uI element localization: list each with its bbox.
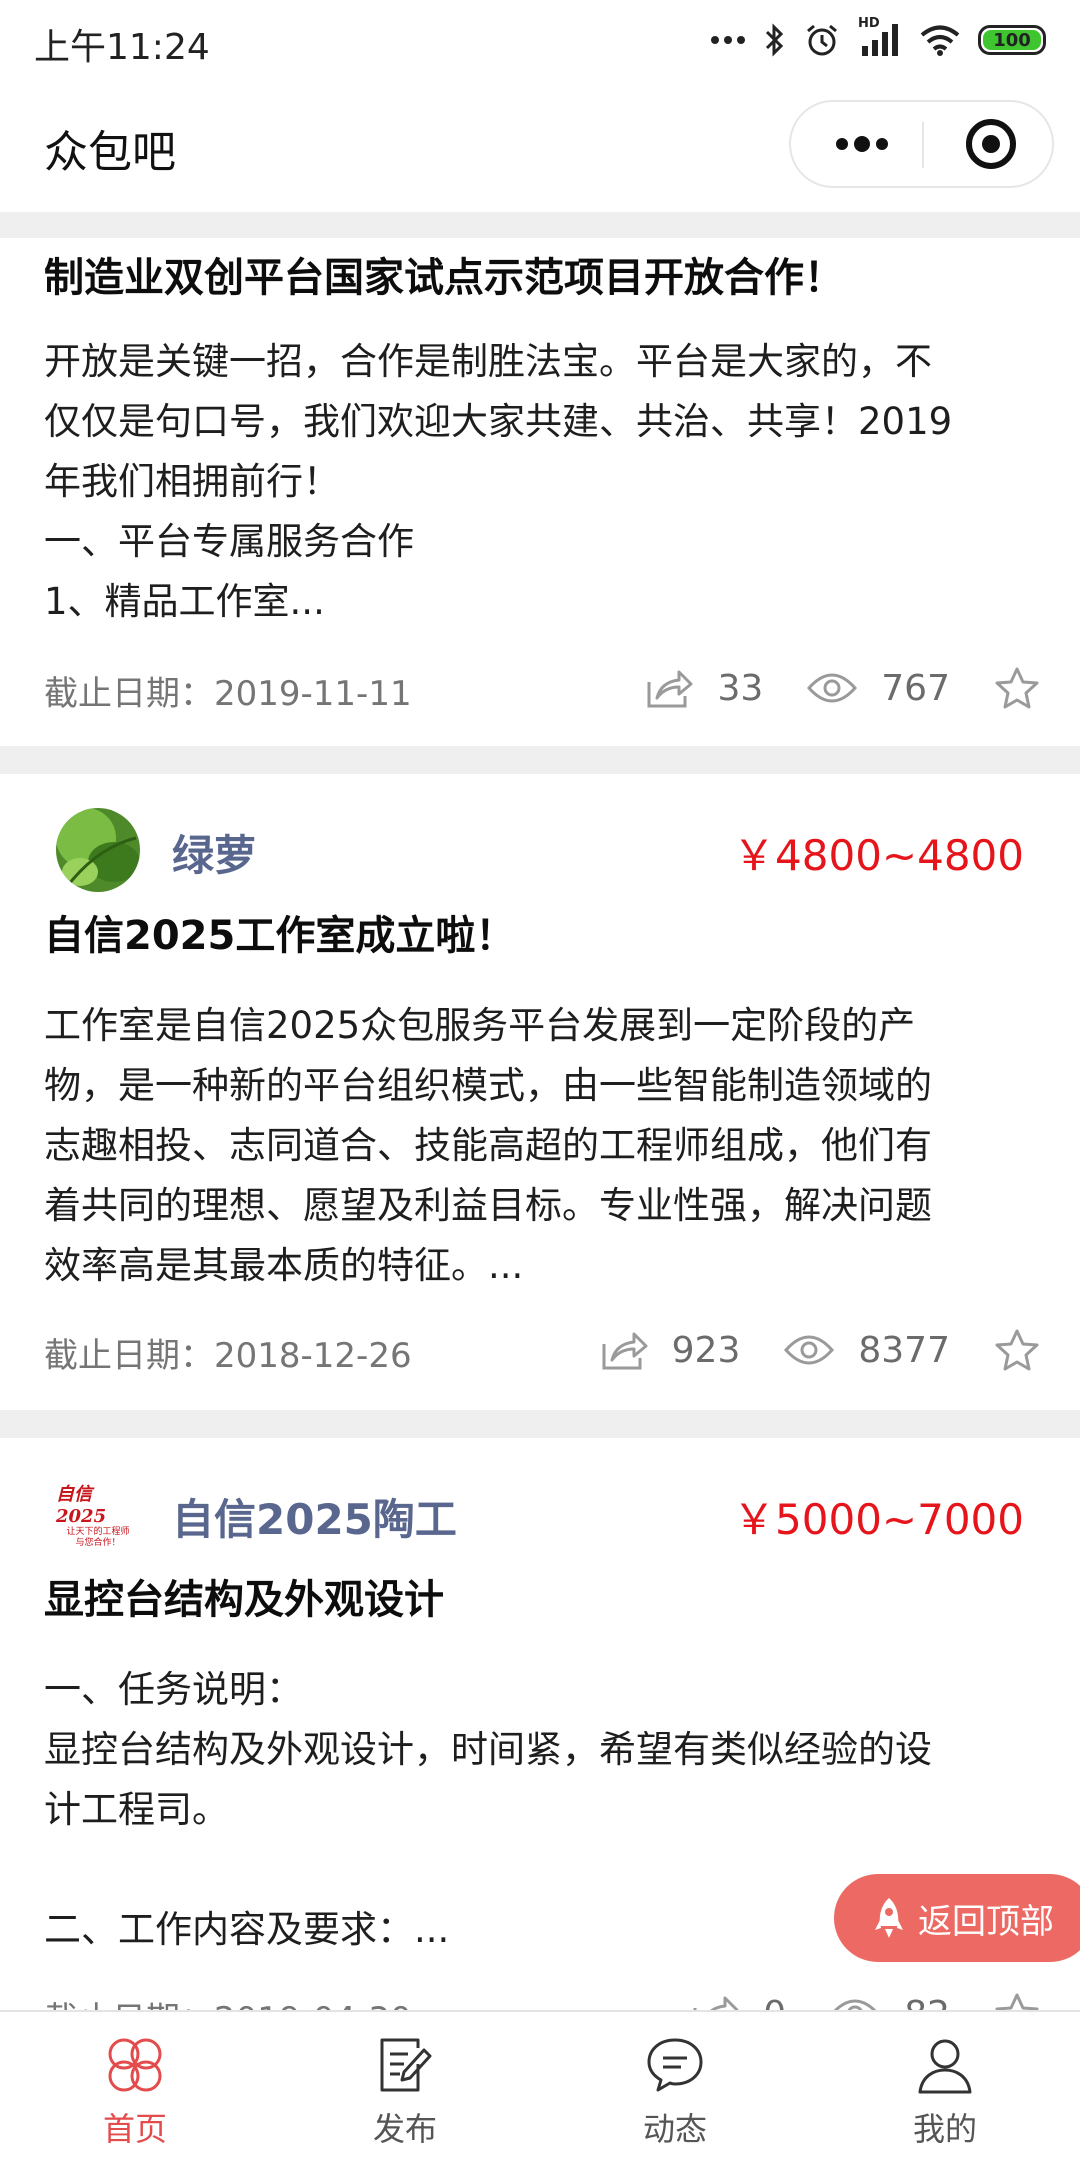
avatar[interactable]: 自信2025 让天下的工程师 与您合作！ — [56, 1472, 140, 1556]
battery-icon: 100 — [978, 25, 1046, 55]
back-to-top-button[interactable]: 返回顶部 — [834, 1874, 1080, 1962]
post-deadline: 截止日期：2018-12-26 — [44, 1336, 412, 1376]
status-bar: 上午11:24 HD 100 — [0, 0, 1080, 80]
status-icons: HD 100 — [710, 16, 1046, 64]
bottom-tab-bar: 首页 发布 动态 我的 — [0, 2010, 1080, 2160]
post-deadline: 截止日期：2019-11-11 — [44, 674, 412, 714]
price-range: ￥5000~7000 — [733, 1495, 1024, 1544]
post-body: 开放是关键一招，合作是制胜法宝。平台是大家的，不 仅仅是句口号，我们欢迎大家共建… — [44, 340, 953, 623]
author-name[interactable]: 绿萝 — [172, 822, 256, 883]
share-count: 923 — [671, 1329, 741, 1371]
alarm-icon — [807, 24, 837, 56]
post-card[interactable]: 绿萝 ￥4800~4800 自信2025工作室成立啦！ 工作室是自信2025众包… — [0, 774, 1080, 1410]
post-title: 自信2025工作室成立啦！ — [44, 913, 516, 959]
post-meta: 截止日期：2019-11-11 33 767 — [44, 658, 1040, 718]
back-to-top-label: 返回顶部 — [918, 1901, 1054, 1942]
star-icon[interactable] — [994, 666, 1040, 710]
post-stats: 33 767 — [645, 658, 1040, 718]
wifi-icon — [920, 25, 960, 56]
post-author-row: 绿萝 ￥4800~4800 — [44, 808, 1024, 908]
bluetooth-icon — [765, 23, 784, 57]
rocket-icon — [875, 1898, 903, 1938]
post-title: 制造业双创平台国家试点示范项目开放合作！ — [44, 255, 844, 301]
tab-label: 发布 — [372, 2110, 437, 2148]
page-title: 众包吧 — [44, 127, 176, 178]
chat-bubble-icon — [647, 2038, 703, 2092]
hd-label: HD — [858, 16, 880, 31]
post-title: 显控台结构及外观设计 — [44, 1577, 444, 1623]
tab-label: 我的 — [912, 2110, 977, 2148]
post-card[interactable]: 制造业双创平台国家试点示范项目开放合作！ 开放是关键一招，合作是制胜法宝。平台是… — [0, 238, 1080, 746]
app-page: 上午11:24 HD 100 众包吧 制造业双创平台国家试点示范项目开放合作！ … — [0, 0, 1080, 2160]
post-card[interactable]: 自信2025 让天下的工程师 与您合作！ 自信2025陶工 ￥5000~7000… — [0, 1438, 1080, 2058]
post-body: 工作室是自信2025众包服务平台发展到一定阶段的产 物，是一种新的平台组织模式，… — [44, 1004, 932, 1287]
capsule-close-button[interactable] — [951, 102, 1031, 186]
miniprogram-capsule — [789, 100, 1054, 188]
battery-level: 100 — [983, 30, 1041, 51]
avatar[interactable] — [56, 808, 140, 892]
share-count: 33 — [717, 667, 764, 709]
eye-icon — [807, 673, 858, 703]
post-meta: 截止日期：2018-12-26 923 8377 — [44, 1320, 1040, 1380]
signal-icon: HD — [858, 16, 902, 60]
capsule-divider — [922, 122, 924, 168]
star-icon[interactable] — [994, 1328, 1040, 1372]
more-dots-icon — [836, 136, 888, 152]
tab-profile[interactable]: 我的 — [810, 2012, 1080, 2160]
tab-publish[interactable]: 发布 — [270, 2012, 540, 2160]
price-range: ￥4800~4800 — [733, 831, 1024, 880]
share-icon[interactable] — [600, 1328, 648, 1372]
view-count: 8377 — [858, 1329, 950, 1371]
clover-home-icon — [108, 2038, 162, 2092]
status-time: 上午11:24 — [34, 27, 210, 68]
tab-home[interactable]: 首页 — [0, 2012, 270, 2160]
post-author-row: 自信2025 让天下的工程师 与您合作！ 自信2025陶工 ￥5000~7000 — [44, 1472, 1024, 1572]
edit-note-icon — [380, 2038, 432, 2092]
target-close-icon — [966, 119, 1016, 169]
view-count: 767 — [881, 667, 950, 709]
user-profile-icon — [918, 2039, 972, 2094]
tab-label: 动态 — [642, 2110, 707, 2148]
tab-label: 首页 — [102, 2110, 167, 2148]
nav-bar: 众包吧 — [0, 80, 1080, 212]
capsule-more-button[interactable] — [827, 102, 897, 186]
author-name[interactable]: 自信2025陶工 — [172, 1486, 457, 1547]
eye-icon — [784, 1335, 835, 1365]
avatar-logo-text: 自信2025 — [56, 1483, 107, 1527]
tab-activity[interactable]: 动态 — [540, 2012, 810, 2160]
share-icon[interactable] — [645, 666, 693, 710]
post-stats: 923 8377 — [600, 1320, 1040, 1380]
avatar-slogan: 让天下的工程师 与您合作！ — [66, 1526, 130, 1548]
more-dots-icon — [711, 36, 745, 44]
